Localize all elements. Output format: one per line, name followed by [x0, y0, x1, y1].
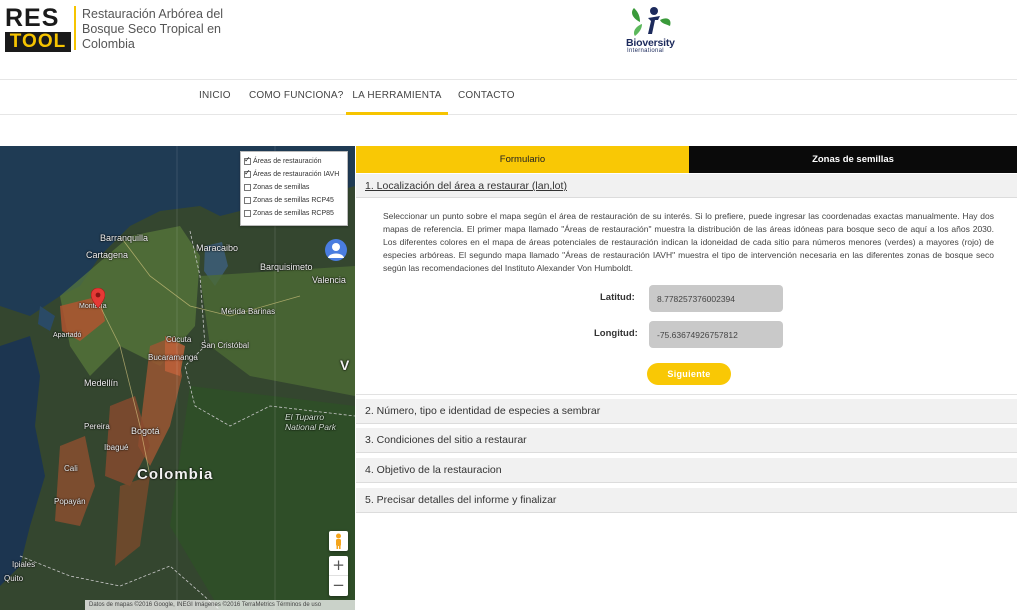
layer-option[interactable]: Áreas de restauración — [244, 155, 344, 168]
map-label-cartagena: Cartagena — [86, 250, 129, 260]
street-view-avatar-icon[interactable] — [325, 239, 347, 261]
map-label-valencia: Valencia — [312, 275, 346, 285]
map-label-merida: Mérida — [221, 307, 246, 316]
checkbox-icon[interactable] — [244, 168, 251, 178]
checkbox-icon[interactable] — [244, 184, 251, 191]
latitude-label: Latitud: — [600, 292, 635, 303]
pegman-icon[interactable] — [329, 531, 348, 551]
map-label-barinas: Barinas — [248, 307, 276, 316]
section-2-header[interactable]: 2. Número, tipo e identidad de especies … — [356, 399, 1017, 424]
logo-res-text: RES — [5, 4, 60, 32]
map-label-san-cristobal: San Cristóbal — [201, 341, 250, 350]
layer-option[interactable]: Áreas de restauración IAVH — [244, 168, 344, 181]
tab-zonas-de-semillas[interactable]: Zonas de semillas — [689, 146, 1017, 173]
map-label-barranquilla: Barranquilla — [100, 233, 149, 243]
section-1-body: Seleccionar un punto sobre el mapa según… — [356, 198, 1017, 395]
map-label-cucuta: Cúcuta — [166, 335, 192, 344]
map-attribution[interactable]: Datos de mapas ©2016 Google, INEGI Imáge… — [85, 600, 355, 610]
map-label-popayan: Popayán — [54, 497, 86, 506]
layer-label: Áreas de restauración IAVH — [253, 171, 340, 178]
map-label-medellin: Medellín — [84, 378, 119, 388]
logo-tool-text: TOOL — [5, 32, 71, 52]
map-label-ipiales: Ipiales — [12, 560, 36, 569]
map-label-bucaramanga: Bucaramanga — [148, 353, 198, 362]
checkbox-icon[interactable] — [244, 155, 251, 165]
map-label-quito: Quito — [4, 574, 24, 583]
map-label-cali: Cali — [64, 464, 78, 473]
longitude-label: Longitud: — [594, 328, 638, 339]
map-zoom-control: + − — [329, 556, 348, 596]
map-label-barquisimeto: Barquisimeto — [260, 262, 313, 272]
map-pin-icon[interactable] — [91, 288, 105, 308]
nav-la-herramienta[interactable]: LA HERRAMIENTA — [346, 80, 448, 115]
bioversity-figure-icon — [632, 7, 671, 36]
bioversity-sub: International — [627, 48, 664, 54]
map-label-ibague: Ibagué — [104, 443, 129, 452]
layer-option[interactable]: Zonas de semillas RCP85 — [244, 207, 344, 220]
next-button[interactable]: Siguiente — [647, 363, 731, 385]
nav-inicio[interactable]: INICIO — [199, 80, 231, 115]
section-5-header[interactable]: 5. Precisar detalles del informe y final… — [356, 488, 1017, 513]
person-icon — [328, 243, 344, 258]
checkbox-icon[interactable] — [244, 210, 251, 217]
map-label-maracaibo: Maracaibo — [196, 243, 239, 253]
tab-formulario[interactable]: Formulario — [356, 146, 689, 173]
map-label-venezuela: V — [340, 357, 350, 373]
nav-como-funciona[interactable]: COMO FUNCIONA? — [249, 80, 343, 115]
map-label-tuparro: El Tuparro National Park — [285, 412, 337, 432]
layer-label: Zonas de semillas RCP85 — [253, 210, 334, 217]
map-label-colombia: Colombia — [137, 466, 214, 483]
longitude-input[interactable] — [649, 321, 783, 348]
section-4-header[interactable]: 4. Objetivo de la restauracion — [356, 458, 1017, 483]
layer-label: Zonas de semillas RCP45 — [253, 197, 334, 204]
pegman-figure-icon — [336, 533, 341, 549]
main-nav: INICIO COMO FUNCIONA? LA HERRAMIENTA CON… — [0, 80, 1017, 115]
layer-option[interactable]: Zonas de semillas RCP45 — [244, 194, 344, 207]
latitude-input[interactable] — [649, 285, 783, 312]
bioversity-logo[interactable]: Bioversity International — [622, 6, 688, 54]
restool-logo[interactable]: RES TOOL — [5, 4, 73, 52]
layer-label: Zonas de semillas — [253, 184, 310, 191]
zoom-in-button[interactable]: + — [329, 556, 348, 576]
logo-divider — [74, 6, 76, 50]
map-layer-control: Áreas de restauración Áreas de restaurac… — [240, 151, 348, 226]
section-1-intro: Seleccionar un punto sobre el mapa según… — [383, 211, 994, 273]
map-label-apartado: Apartadó — [53, 332, 82, 339]
zoom-out-button[interactable]: − — [329, 576, 348, 596]
map-label-bogota: Bogotá — [131, 426, 160, 436]
nav-contacto[interactable]: CONTACTO — [458, 80, 515, 115]
map-label-pereira: Pereira — [84, 422, 110, 431]
layer-label: Áreas de restauración — [253, 158, 322, 165]
panel-tabs: Formulario Zonas de semillas — [356, 146, 1017, 173]
site-header: RES TOOL Restauración Arbórea del Bosque… — [0, 0, 1017, 80]
section-3-header[interactable]: 3. Condiciones del sitio a restaurar — [356, 428, 1017, 453]
layer-option[interactable]: Zonas de semillas — [244, 181, 344, 194]
checkbox-icon[interactable] — [244, 197, 251, 204]
section-1-header[interactable]: 1. Localización del área a restaurar (la… — [356, 174, 1017, 198]
site-tagline: Restauración Arbórea del Bosque Seco Tro… — [82, 7, 224, 51]
